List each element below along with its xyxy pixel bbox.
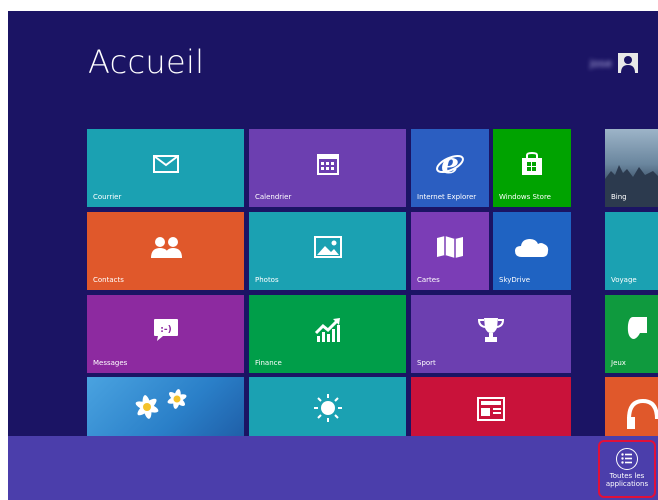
tile-label: Jeux [611, 359, 626, 367]
list-icon [616, 448, 638, 470]
internet-explorer-icon: e [436, 149, 464, 179]
svg-text:e: e [441, 149, 459, 179]
app-bar [8, 436, 658, 500]
finance-chart-icon [314, 318, 340, 343]
all-apps-button[interactable]: Toutes les applications [598, 440, 656, 498]
game-controller-icon [627, 317, 647, 339]
tile-cartes[interactable]: Cartes [411, 212, 489, 290]
tile-label: SkyDrive [499, 276, 531, 284]
username: jose [589, 56, 612, 70]
start-screen: Accueil jose Courrier Calendrier e Inter… [8, 11, 658, 500]
mail-icon [152, 155, 179, 174]
person-icon [621, 56, 635, 73]
tile-label: Sport [417, 359, 436, 367]
tile-bing[interactable]: Bing [605, 129, 658, 207]
tile-label: Cartes [417, 276, 440, 284]
tile-news[interactable] [411, 377, 571, 437]
map-icon [437, 236, 463, 259]
shopping-bag-icon [522, 152, 542, 176]
tile-internet-explorer[interactable]: e Internet Explorer [411, 129, 489, 207]
tile-courrier[interactable]: Courrier [87, 129, 244, 207]
tile-finance[interactable]: Finance [249, 295, 406, 373]
cloud-icon [515, 239, 549, 258]
tile-label: Windows Store [499, 193, 551, 201]
svg-text::-): :-) [160, 325, 171, 335]
tile-label: Contacts [93, 276, 124, 284]
tile-label: Calendrier [255, 193, 292, 201]
tile-sport[interactable]: Sport [411, 295, 571, 373]
tile-label: Internet Explorer [417, 193, 477, 201]
all-apps-label-line1: Toutes les [609, 472, 645, 480]
tile-calendrier[interactable]: Calendrier [249, 129, 406, 207]
headphones-icon [627, 398, 658, 429]
tile-weather[interactable] [249, 377, 406, 437]
tile-jeux[interactable]: Jeux [605, 295, 658, 373]
tile-messages[interactable]: :-) Messages [87, 295, 244, 373]
avatar[interactable] [618, 53, 638, 73]
chat-bubble-icon: :-) [153, 319, 178, 342]
tile-voyage[interactable]: Voyage [605, 212, 658, 290]
tile-skydrive[interactable]: SkyDrive [493, 212, 571, 290]
all-apps-label-line2: applications [605, 480, 649, 488]
sun-icon [314, 394, 342, 422]
calendar-icon [316, 154, 339, 176]
tile-label: Courrier [93, 193, 122, 201]
tile-label: Photos [255, 276, 279, 284]
tile-desktop-wallpaper[interactable] [87, 377, 244, 437]
tile-photos[interactable]: Photos [249, 212, 406, 290]
trophy-icon [477, 318, 505, 343]
tile-contacts[interactable]: Contacts [87, 212, 244, 290]
newspaper-icon [477, 397, 505, 421]
tile-music[interactable] [605, 377, 658, 437]
page-title: Accueil [88, 43, 205, 81]
people-icon [150, 237, 182, 259]
daisy-photo [135, 389, 187, 419]
photo-icon [313, 236, 342, 259]
tile-label: Voyage [611, 276, 637, 284]
tile-label: Finance [255, 359, 282, 367]
user-account[interactable]: jose [590, 53, 638, 73]
tile-label: Messages [93, 359, 128, 367]
tile-windows-store[interactable]: Windows Store [493, 129, 571, 207]
tile-label: Bing [611, 193, 627, 201]
